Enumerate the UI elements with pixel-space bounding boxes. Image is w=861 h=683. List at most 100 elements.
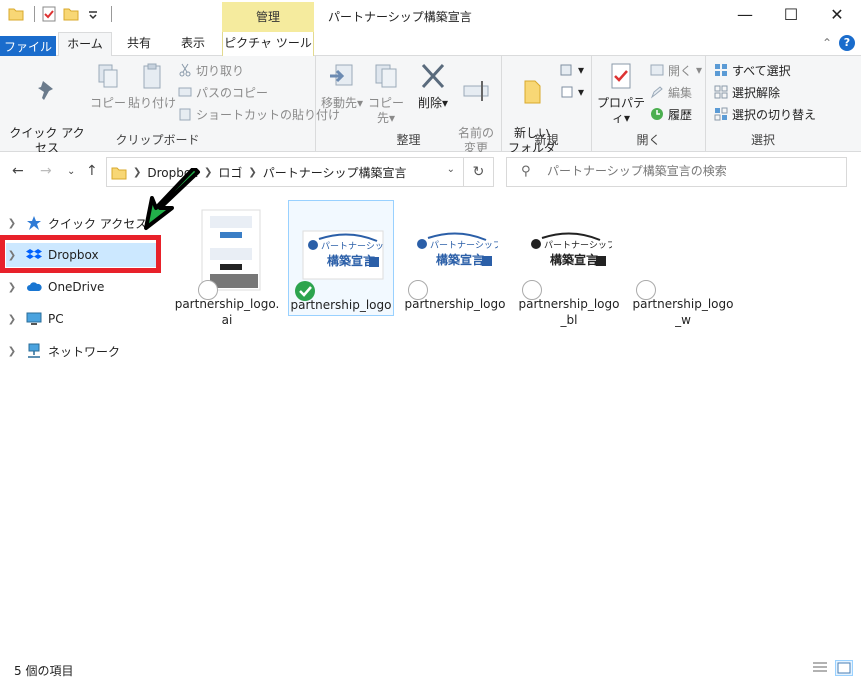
new-item-button[interactable]: ▾ [560,60,584,80]
open-button[interactable]: 開く ▾ [650,60,702,80]
up-arrow-icon[interactable]: ↑ [86,163,98,179]
logo-text-line1: パートナーシップ [321,241,385,252]
paste-label: 貼り付け [128,96,177,110]
copy-button[interactable]: コピー [90,62,126,111]
cut-button[interactable]: 切り取り [178,60,244,80]
select-none-button[interactable]: 選択解除 [714,82,780,102]
edit-icon [650,86,663,99]
expand-chevron-icon[interactable]: ❯ [6,218,18,229]
file-item[interactable]: パートナーシップ 構築宣言 partnership_logo _bl [516,200,622,327]
copy-to-label: コピー先 [367,96,404,125]
select-none-icon [714,85,728,99]
history-button[interactable]: 履歴 [650,104,692,124]
cloud-icon [27,282,42,291]
file-name: partnership_logo. ai [174,297,280,327]
select-group: すべて選択 選択解除 選択の切り替え 選択 [706,56,820,152]
new-group-label: 新規 [534,133,559,147]
properties-icon [611,63,631,89]
paste-button[interactable]: 貼り付け [128,62,176,111]
easy-access-button[interactable]: ▾ [560,82,584,102]
copy-to-icon [375,64,397,88]
copy-label: コピー [90,96,127,110]
copy-path-label: パスのコピー [196,85,269,100]
tab-share[interactable]: 共有 [117,32,161,56]
customize-qat-icon[interactable] [85,6,101,22]
partnership-logo-black-thumbnail: パートナーシップ 構築宣言 [531,232,612,267]
scissors-icon [179,63,191,77]
view-toggle [811,660,853,676]
new-folder-icon [524,80,541,104]
nav-item-network[interactable]: ❯ ネットワーク [6,339,156,363]
breadcrumb-logo[interactable]: ロゴ [218,164,242,181]
refresh-button[interactable]: ↻ [464,157,494,187]
select-all-button[interactable]: すべて選択 [714,60,791,80]
nav-item-onedrive[interactable]: ❯ OneDrive [6,275,156,299]
copy-path-icon [178,87,192,97]
rename-icon [463,81,489,101]
history-icon [651,108,663,120]
help-icon[interactable]: ? [839,35,855,51]
divider [111,6,112,22]
expand-chevron-icon[interactable]: ❯ [6,314,18,325]
collapse-ribbon-icon[interactable]: ⌃ [822,36,832,50]
recent-locations-icon[interactable]: ⌄ [67,166,75,177]
maximize-button[interactable]: ☐ [768,0,814,32]
close-button[interactable]: ✕ [814,0,860,32]
tab-home[interactable]: ホーム [58,32,112,57]
logo-text-line2: 構築宣言 [550,252,598,267]
edit-button[interactable]: 編集 [650,82,692,102]
file-name: partnership_logo _bl [518,297,620,327]
nav-item-quick-access[interactable]: ❯ クイック アクセス [6,211,156,235]
expand-chevron-icon[interactable]: ❯ [6,282,18,293]
expand-chevron-icon[interactable]: ❯ [6,346,18,357]
item-count: 5 個の項目 [14,664,74,678]
new-item-icon [560,64,572,76]
back-arrow-icon[interactable]: ← [12,163,24,179]
chevron-right-icon[interactable]: ❯ [248,167,256,178]
move-to-button[interactable]: 移動先▾ [320,62,364,111]
context-tab-header: 管理 [222,2,314,32]
partnership-logo-thumbnail: パートナーシップ 構築宣言 [417,232,498,267]
details-view-icon[interactable] [811,660,829,676]
delete-label: 削除 [417,96,442,110]
minimize-button[interactable]: — [722,0,768,32]
nav-item-label: OneDrive [48,280,105,294]
delete-button[interactable]: 削除▾ [414,62,452,111]
breadcrumb-current[interactable]: パートナーシップ構築宣言 [263,164,407,181]
large-icons-view-icon[interactable] [835,660,853,676]
folder-icon[interactable] [8,6,24,22]
logo-text-line2: 構築宣言 [327,253,375,268]
properties-button[interactable]: プロパティ▾ [596,62,646,126]
clipboard-group-label: クリップボード [115,133,200,147]
new-folder-icon[interactable] [63,6,79,22]
cut-label: 切り取り [196,63,245,78]
quick-access-toolbar [8,6,112,22]
tab-view[interactable]: 表示 [170,32,216,56]
logo-text-line1: パートナーシップ [430,240,498,251]
invert-selection-button[interactable]: 選択の切り替え [714,104,816,124]
organize-group-label: 整理 [396,133,421,147]
clipboard-group: クイック アクセス にピン留めする コピー 貼り付け 切り取り パスのコピー シ… [0,56,340,185]
tab-picture-tools[interactable]: ピクチャ ツール [222,32,314,56]
copy-icon [98,64,118,88]
file-name: partnership_logo [290,298,392,312]
file-item-selected[interactable]: パートナーシップ 構築宣言 partnership_logo [288,200,394,316]
copy-path-button[interactable]: パスのコピー [178,82,268,102]
file-item[interactable]: partnership_logo. ai [174,200,280,327]
nav-item-pc[interactable]: ❯ PC [6,307,156,331]
search-input[interactable] [547,164,837,178]
easy-access-icon [561,86,573,98]
file-item[interactable]: partnership_logo _w [630,200,736,327]
properties-check-icon[interactable] [41,6,57,22]
file-name: partnership_logo _w [632,297,734,327]
forward-arrow-icon[interactable]: → [40,163,52,179]
ribbon-tabs: ファイル ホーム 共有 表示 ピクチャ ツール [0,32,861,152]
open-label: 開く [668,63,693,78]
file-list: partnership_logo. ai パートナーシップ 構築宣言 partn… [170,196,850,656]
file-item[interactable]: パートナーシップ 構築宣言 partnership_logo [402,200,508,316]
chevron-down-icon[interactable]: ⌄ [447,164,455,175]
organize-group: 移動先▾ コピー先▾ 削除▾ 名前の 変更 整理 [316,56,502,155]
copy-to-button[interactable]: コピー先▾ [364,62,408,126]
search-box[interactable]: ⚲ [506,157,847,187]
pin-icon [38,81,53,100]
